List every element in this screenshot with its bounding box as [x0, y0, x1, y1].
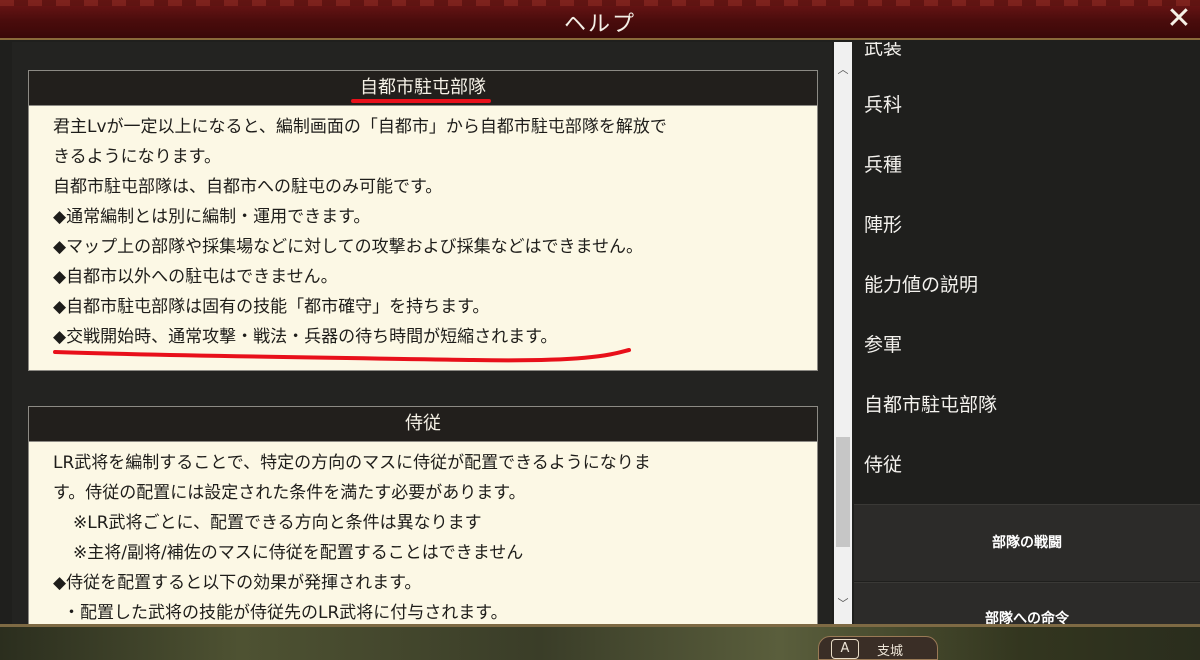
dialog-title: ヘルプ — [563, 12, 636, 37]
nav-item-weapons[interactable]: 武装 — [864, 42, 902, 68]
body-line: す。侍従の配置には設定された条件を満たす必要があります。 — [53, 483, 526, 503]
nav-item-unit-type[interactable]: 兵種 — [864, 145, 902, 185]
close-icon[interactable]: ✕ — [1162, 2, 1196, 36]
nav-item-stats[interactable]: 能力値の説明 — [864, 265, 978, 305]
body-line: LR武将を編制することで、特定の方向のマスに侍従が配置できるようになりま — [53, 453, 651, 473]
body-line: ・配置した武将の技能が侍従先のLR武将に付与されます。 — [63, 603, 508, 623]
key-hint: A — [831, 639, 859, 659]
nav-button-orders[interactable]: 部隊への命令 — [854, 582, 1200, 624]
scroll-down-icon[interactable]: ﹀ — [834, 594, 852, 614]
scrollbar-thumb[interactable] — [836, 437, 850, 547]
red-underline — [53, 348, 631, 363]
dialog-title-bar: ヘルプ ✕ — [0, 0, 1200, 40]
help-section-attendant: 侍従 LR武将を編制することで、特定の方向のマスに侍従が配置できるようになりま … — [28, 406, 818, 624]
help-section-garrison: 自都市駐屯部隊 君主Lvが一定以上になると、編制画面の「自都市」から自都市駐屯部… — [28, 70, 818, 371]
help-nav: 武装 兵科 兵種 陣形 能力値の説明 参軍 自都市駐屯部隊 侍従 部隊の戦闘 部… — [852, 42, 1200, 624]
body-line: ※LR武将ごとに、配置できる方向と条件は異なります — [73, 513, 482, 533]
red-underline — [351, 99, 491, 103]
section-header: 侍従 — [29, 407, 817, 442]
branch-castle-label: 支城 — [877, 644, 904, 659]
body-line: ◆通常編制とは別に編制・運用できます。 — [53, 207, 371, 227]
body-line: 自都市駐屯部隊は、自都市への駐屯のみ可能です。 — [53, 177, 443, 197]
body-line: きるようになります。 — [53, 147, 221, 167]
section-body: 君主Lvが一定以上になると、編制画面の「自都市」から自都市駐屯部隊を解放で きる… — [29, 106, 817, 352]
body-line: ※主将/副将/補佐のマスに侍従を配置することはできません — [73, 543, 524, 563]
nav-item-formation[interactable]: 陣形 — [864, 205, 902, 245]
section-header: 自都市駐屯部隊 — [29, 71, 817, 106]
nav-item-advisor[interactable]: 参軍 — [864, 325, 902, 365]
body-line: 君主Lvが一定以上になると、編制画面の「自都市」から自都市駐屯部隊を解放で — [53, 117, 667, 137]
section-body: LR武将を編制することで、特定の方向のマスに侍従が配置できるようになりま す。侍… — [29, 442, 817, 624]
game-bottom-strip — [0, 624, 1200, 660]
section-title: 自都市駐屯部隊 — [360, 77, 486, 98]
nav-button-battle[interactable]: 部隊の戦闘 — [854, 504, 1200, 581]
branch-castle-button[interactable]: A 支城 — [818, 636, 938, 660]
section-title: 侍従 — [405, 413, 441, 434]
nav-item-branch[interactable]: 兵科 — [864, 85, 902, 125]
help-content[interactable]: 自都市駐屯部隊 君主Lvが一定以上になると、編制画面の「自都市」から自都市駐屯部… — [12, 42, 832, 624]
body-line: ◆侍従を配置すると以下の効果が発揮されます。 — [53, 573, 422, 593]
body-line: ◆マップ上の部隊や採集場などに対しての攻撃および採集などはできません。 — [53, 237, 644, 257]
scroll-up-icon[interactable]: ︿ — [834, 60, 852, 80]
body-line: ◆自都市以外への駐屯はできません。 — [53, 267, 338, 287]
nav-item-garrison[interactable]: 自都市駐屯部隊 — [864, 385, 997, 425]
nav-item-attendant[interactable]: 侍従 — [864, 445, 902, 485]
body-line: ◆自都市駐屯部隊は固有の技能「都市確守」を持ちます。 — [53, 297, 490, 317]
content-scrollbar[interactable]: ︿ ﹀ — [834, 42, 852, 624]
